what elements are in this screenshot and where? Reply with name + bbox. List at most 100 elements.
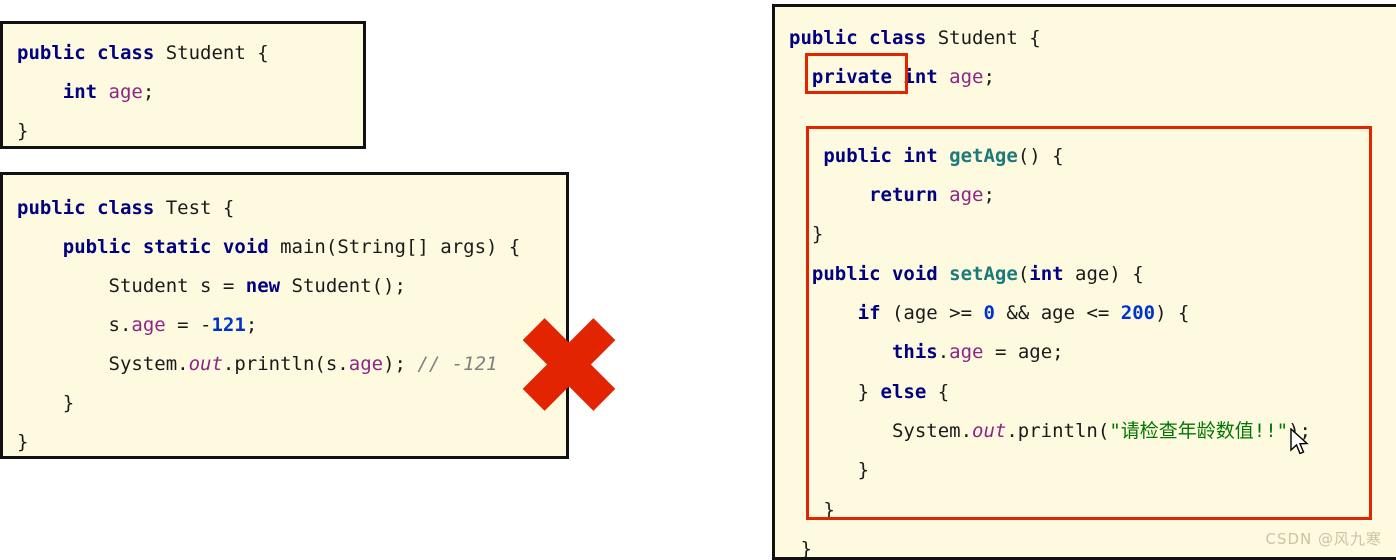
code-token: Student { [165,42,269,64]
code-token: 121 [211,314,246,336]
code-token: age [949,66,984,89]
code-token: age [131,314,166,336]
code-block-student-unencapsulated: public class Student { int age;} [3,24,363,146]
code-token: public int [823,144,950,167]
code-token: this [891,341,938,364]
code-token: ; [245,314,258,336]
code-token: int [62,81,109,103]
code-line: public class Test { [17,189,566,228]
code-line: if (age >= 0 && age <= 200) { [789,294,1396,333]
code-line: } [17,423,566,456]
code-token: return [869,184,950,207]
code-token: Test { [165,197,235,219]
code-token: . [937,341,950,364]
code-token: .println(s. [222,353,349,375]
code-line: public static void main(String[] args) { [17,228,566,267]
code-token: age) { [1075,262,1144,285]
code-token: else [880,380,938,403]
code-token: ; [983,184,995,207]
code-token: // -121 [417,353,498,375]
code-token: private [811,66,904,89]
code-line: public void setAge(int age) { [789,255,1396,294]
code-token: age [949,184,984,207]
code-line: public class Student { [17,34,363,73]
code-line: return age; [789,176,1396,215]
code-line: int age; [17,73,363,112]
code-token: } [789,498,835,521]
code-line: } else { [789,373,1396,412]
code-token: public static void [62,236,281,258]
code-token: } [789,380,881,403]
code-token: out [972,419,1007,442]
code-token: } [17,431,29,453]
code-token: int [903,66,950,89]
code-panel-student-unencapsulated: public class Student { int age;} [0,21,366,149]
code-token: { [937,380,950,403]
code-token: = - [165,314,212,336]
code-token: ; [142,81,155,103]
code-token: } [789,459,870,482]
code-token: = age; [983,341,1064,364]
code-token: ; [983,66,995,89]
code-token: getAge [949,144,1018,167]
code-token: } [789,537,812,560]
code-token: public class [17,42,166,64]
code-token: if [857,302,892,325]
mouse-cursor-icon [1290,428,1309,455]
code-token: out [188,353,223,375]
code-token: ) { [1155,302,1190,325]
code-token: age [949,341,984,364]
code-token: int [1029,262,1076,285]
code-line: } [17,112,363,146]
code-line: private int age; [789,58,1396,97]
code-token: System. [17,353,189,375]
code-token: public class [17,197,166,219]
code-token: public void [811,262,950,285]
code-token: .println( [1006,419,1110,442]
code-token: } [17,392,75,414]
code-block-student-encapsulated: public class Student { private int age; … [775,7,1396,557]
code-token: Student s = [17,275,246,297]
code-line: System.out.println(s.age); // -121 [17,345,566,384]
code-panel-student-encapsulated: public class Student { private int age; … [772,4,1396,560]
code-token: 0 [983,302,995,325]
code-token: s. [17,314,132,336]
code-line: s.age = -121; [17,306,566,345]
code-token: age [348,353,384,375]
code-line: } [789,215,1396,254]
code-token: } [17,120,29,142]
code-token: } [789,223,824,246]
code-line: public int getAge() { [789,137,1396,176]
code-token: ( [1017,262,1030,285]
code-line: Student s = new Student(); [17,267,566,306]
code-token: "请检查年龄数值!!" [1109,419,1289,442]
code-token: Student { [937,27,1041,49]
code-token: && age <= [994,302,1121,325]
code-token: 200 [1120,302,1156,325]
incorrect-cross-icon [521,316,617,412]
code-token: (String[] args) { [325,236,521,258]
code-line: public class Student { [789,19,1396,58]
code-line: this.age = age; [789,333,1396,372]
code-token: public class [789,27,938,49]
code-token: Student(); [291,275,406,297]
code-panel-test-class: public class Test { public static void m… [0,172,569,459]
code-line: } [17,384,566,423]
code-block-test-class: public class Test { public static void m… [3,175,566,456]
code-token: (age >= [891,302,984,325]
csdn-watermark: CSDN @风九寒 [1265,530,1382,548]
code-token: setAge [949,262,1018,285]
code-token: System. [789,419,973,442]
code-token: ); [383,353,418,375]
code-token: () { [1017,144,1064,167]
code-line: } [789,491,1396,530]
